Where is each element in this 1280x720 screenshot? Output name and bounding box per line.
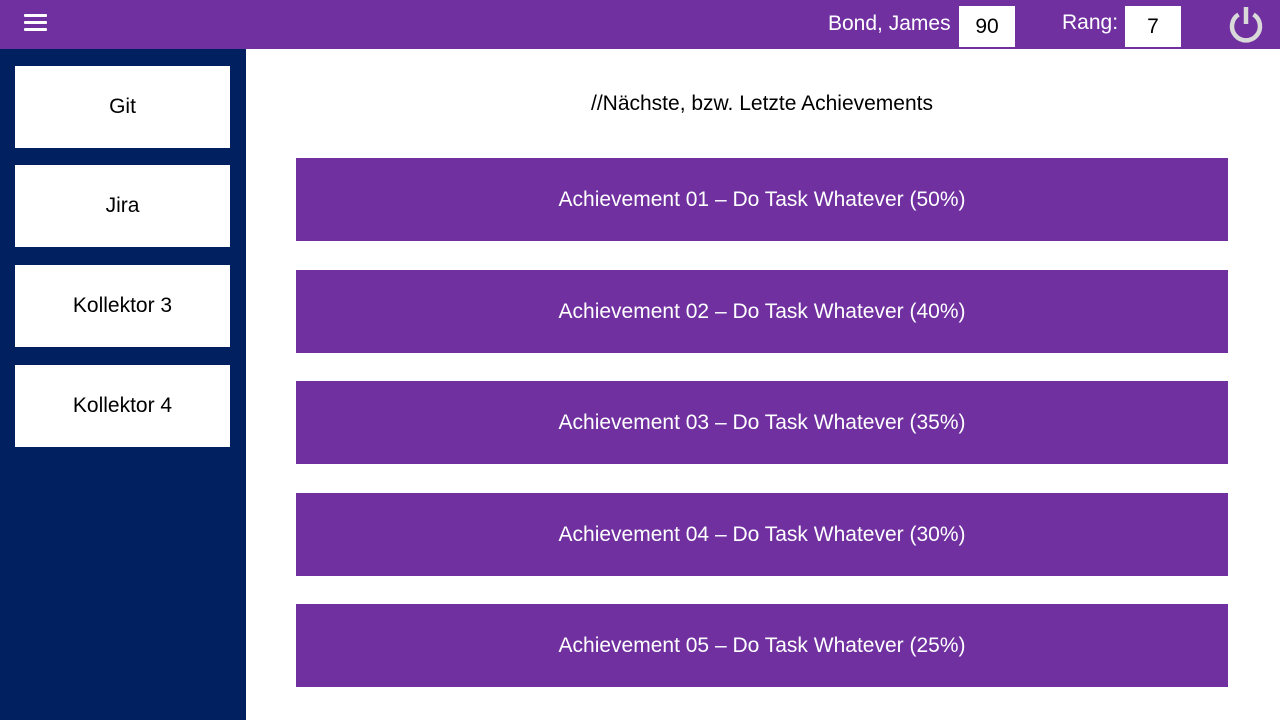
rank-label: Rang: — [1062, 11, 1119, 34]
achievement-item[interactable]: Achievement 04 – Do Task Whatever (30%) — [296, 493, 1228, 576]
rank-value: 7 — [1125, 6, 1181, 47]
achievement-item[interactable]: Achievement 05 – Do Task Whatever (25%) — [296, 604, 1228, 687]
app-window: Bond, James 90 Rang: 7 Git Jira Kollekto… — [0, 0, 1280, 720]
user-name: Bond, James — [828, 12, 951, 35]
sidebar-item-kollektor-4[interactable]: Kollektor 4 — [15, 365, 230, 447]
achievement-item[interactable]: Achievement 03 – Do Task Whatever (35%) — [296, 381, 1228, 464]
page-title: //Nächste, bzw. Letzte Achievements — [590, 92, 933, 115]
top-bar: Bond, James 90 Rang: 7 — [0, 0, 1280, 49]
sidebar-item-jira[interactable]: Jira — [15, 165, 230, 247]
hamburger-menu-icon[interactable] — [24, 14, 48, 34]
sidebar-item-kollektor-3[interactable]: Kollektor 3 — [15, 265, 230, 347]
sidebar-item-git[interactable]: Git — [15, 66, 230, 148]
achievement-item[interactable]: Achievement 02 – Do Task Whatever (40%) — [296, 270, 1228, 353]
achievement-item[interactable]: Achievement 01 – Do Task Whatever (50%) — [296, 158, 1228, 241]
score-value: 90 — [959, 6, 1015, 47]
power-icon[interactable] — [1225, 4, 1267, 46]
sidebar: Git Jira Kollektor 3 Kollektor 4 — [0, 49, 246, 720]
